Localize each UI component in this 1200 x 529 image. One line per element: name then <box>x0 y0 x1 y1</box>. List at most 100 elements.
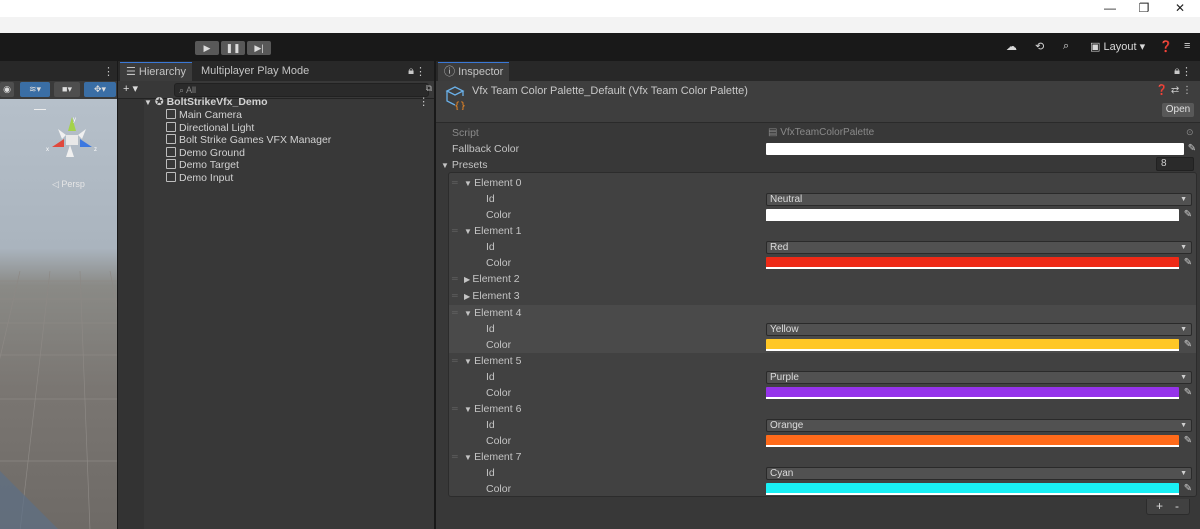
lock-icon[interactable]: 🔒︎ <box>1174 65 1180 78</box>
element-header[interactable]: ▼ Element 6 <box>464 403 521 415</box>
info-icon: ⓘ <box>444 66 459 78</box>
step-button[interactable]: ▶| <box>247 41 271 55</box>
cloud-icon[interactable]: ☁ <box>1006 40 1017 53</box>
color-field[interactable] <box>766 435 1179 447</box>
hierarchy-search-input[interactable]: ⌕ All <box>174 83 429 97</box>
eyedropper-icon[interactable]: ✎ <box>1182 483 1194 495</box>
presets-count-input[interactable]: 8 <box>1156 157 1194 171</box>
hierarchy-item[interactable]: Demo Ground <box>166 146 457 160</box>
id-dropdown[interactable]: Purple ▼ <box>766 371 1192 384</box>
hierarchy-item[interactable]: Main Camera <box>166 109 457 122</box>
hierarchy-root[interactable]: ▼ ✪ BoltStrikeVfx_Demo ⋮ <box>144 96 435 109</box>
gizmo-toggle-icon[interactable]: ✥▾ <box>84 82 116 97</box>
more-options-icon[interactable]: ⋮ <box>415 65 426 78</box>
id-dropdown[interactable]: Red ▼ <box>766 241 1192 254</box>
id-dropdown[interactable]: Orange ▼ <box>766 419 1192 432</box>
restore-button[interactable]: ❐ <box>1134 1 1154 16</box>
element-label: Element 2 <box>472 273 520 285</box>
remove-element-button[interactable]: - <box>1175 499 1179 513</box>
element-label: Element 1 <box>474 225 522 237</box>
eyedropper-icon[interactable]: ✎ <box>1182 387 1194 399</box>
more-options-icon[interactable]: ⋮ <box>1181 65 1192 78</box>
scene-view[interactable]: ⋮ ◉ ≋▾ ■▾ ✥▾ y x z ◁ Persp <box>0 61 117 529</box>
eyedropper-icon[interactable]: ✎ <box>1182 257 1194 269</box>
more-options-icon[interactable]: ⋮ <box>103 65 114 78</box>
color-field[interactable] <box>766 209 1179 221</box>
id-dropdown-value: Yellow <box>770 324 799 335</box>
hierarchy-item[interactable]: Bolt Strike Games VFX Manager <box>166 134 457 147</box>
scene-visibility-icon[interactable]: ⧉ <box>426 83 432 94</box>
tab-multiplayer-play-mode[interactable]: Multiplayer Play Mode <box>195 62 315 81</box>
open-button[interactable]: Open <box>1162 103 1194 117</box>
inspector-panel: ⓘ Inspector 🔒︎ ⋮ {} Vfx Team Color Palet… <box>434 61 1200 529</box>
eyedropper-icon[interactable]: ✎ <box>1186 143 1198 155</box>
eyedropper-icon[interactable]: ✎ <box>1182 209 1194 221</box>
element-header[interactable]: ▼ Element 7 <box>464 451 521 463</box>
inspector-title: Vfx Team Color Palette_Default (Vfx Team… <box>472 85 748 97</box>
drag-handle-icon[interactable]: ═ <box>452 308 458 317</box>
hierarchy-item[interactable]: Demo Input <box>166 172 457 185</box>
element-header[interactable]: ▼ Element 5 <box>464 355 521 367</box>
id-dropdown[interactable]: Yellow ▼ <box>766 323 1192 336</box>
drag-handle-icon[interactable]: ═ <box>452 452 458 461</box>
color-field[interactable] <box>766 257 1179 269</box>
chevron-down-icon: ▼ <box>464 309 475 318</box>
play-button[interactable]: ▶ <box>195 41 219 55</box>
id-dropdown[interactable]: Cyan ▼ <box>766 467 1192 480</box>
layers-icon[interactable]: ≋▾ <box>20 82 50 97</box>
chevron-down-icon: ▼ <box>464 227 475 236</box>
tab-inspector[interactable]: ⓘ Inspector <box>438 62 510 81</box>
color-field[interactable] <box>766 387 1179 399</box>
pause-button[interactable]: ❚❚ <box>221 41 245 55</box>
drag-handle-icon[interactable]: ═ <box>452 404 458 413</box>
more-options-icon[interactable]: ⋮ <box>419 96 430 109</box>
minimize-button[interactable]: — <box>1100 1 1120 16</box>
drag-handle-icon[interactable]: ═ <box>452 274 458 283</box>
color-field[interactable] <box>766 339 1179 351</box>
alpha-strip <box>766 493 1179 495</box>
svg-text:x: x <box>46 147 49 153</box>
close-button[interactable]: ✕ <box>1170 1 1190 16</box>
lock-icon[interactable]: 🔒︎ <box>408 65 414 78</box>
element-header[interactable]: ▼ Element 4 <box>464 307 521 319</box>
drag-handle-icon[interactable]: ═ <box>452 178 458 187</box>
object-picker-icon[interactable]: ⊙ <box>1186 127 1194 138</box>
color-label: Color <box>486 483 512 495</box>
id-dropdown[interactable]: Neutral ▼ <box>766 193 1192 206</box>
color-label: Color <box>486 387 512 399</box>
layout-dropdown[interactable]: ▣ Layout ▾ <box>1090 40 1145 53</box>
id-dropdown-value: Red <box>770 242 789 253</box>
element-header[interactable]: ▶ Element 3 <box>464 290 520 302</box>
help-icon[interactable]: ❓ <box>1159 40 1173 53</box>
visibility-icon[interactable]: ◉ <box>0 82 14 97</box>
menu-icon[interactable]: ≡ <box>1184 40 1190 52</box>
header-actions-icon[interactable]: ❓ ⇄ ⋮ <box>1156 85 1192 96</box>
tab-hierarchy[interactable]: ☰ Hierarchy <box>120 62 192 81</box>
presets-label[interactable]: ▼ Presets <box>441 159 487 171</box>
gameobject-icon <box>166 121 176 132</box>
search-icon[interactable]: ⌕ <box>1063 40 1069 53</box>
element-header[interactable]: ▶ Element 2 <box>464 273 520 285</box>
persp-label[interactable]: ◁ Persp <box>52 179 85 190</box>
id-label: Id <box>486 467 495 479</box>
orientation-gizmo-icon[interactable]: y x z <box>44 111 100 167</box>
camera-icon[interactable]: ■▾ <box>54 82 80 97</box>
history-icon[interactable]: ⟲ <box>1035 40 1044 53</box>
fallback-color-field[interactable] <box>766 143 1184 155</box>
drag-handle-icon[interactable]: ═ <box>452 226 458 235</box>
hierarchy-item[interactable]: Directional Light <box>166 121 457 135</box>
add-element-button[interactable]: + <box>1156 499 1163 513</box>
hierarchy-item[interactable]: Demo Target <box>166 159 457 172</box>
add-object-button[interactable]: + ▾ <box>123 82 138 95</box>
id-label: Id <box>486 419 495 431</box>
element-header[interactable]: ▼ Element 0 <box>464 177 521 189</box>
eyedropper-icon[interactable]: ✎ <box>1182 435 1194 447</box>
drag-handle-icon[interactable]: ═ <box>452 291 458 300</box>
element-header[interactable]: ▼ Element 1 <box>464 225 521 237</box>
chevron-down-icon: ▼ <box>464 453 475 462</box>
svg-text:{}: {} <box>454 101 466 110</box>
script-field[interactable]: ▤ VfxTeamColorPalette <box>768 127 874 138</box>
eyedropper-icon[interactable]: ✎ <box>1182 339 1194 351</box>
color-field[interactable] <box>766 483 1179 495</box>
drag-handle-icon[interactable]: ═ <box>452 356 458 365</box>
